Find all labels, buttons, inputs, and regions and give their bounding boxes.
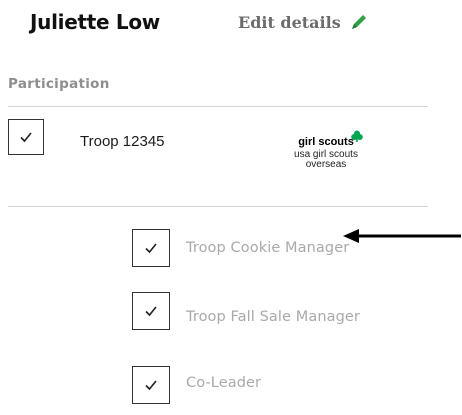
check-icon <box>145 380 157 391</box>
role-label-fall-sale-manager: Troop Fall Sale Manager <box>186 309 360 325</box>
section-title: Participation <box>8 76 110 92</box>
logo-brand-text: girl scouts <box>298 136 354 148</box>
divider-middle <box>8 206 428 207</box>
edit-details-label: Edit details <box>238 12 341 32</box>
role-checkbox-cookie-manager[interactable] <box>132 229 170 267</box>
girl-scouts-logo: girl scouts usa girl scouts overseas <box>278 129 374 185</box>
edit-details-link[interactable]: Edit details <box>238 12 369 32</box>
role-checkbox-fall-sale-manager[interactable] <box>132 292 170 330</box>
role-label-co-leader: Co-Leader <box>186 375 262 391</box>
logo-line-2: overseas <box>305 159 347 171</box>
profile-name: Juliette Low <box>30 10 160 34</box>
divider-top <box>8 106 428 107</box>
role-label-cookie-manager: Troop Cookie Manager <box>186 240 350 256</box>
check-icon <box>20 132 32 143</box>
pencil-icon[interactable] <box>349 12 369 32</box>
check-icon <box>145 243 157 254</box>
arrow-left-icon <box>343 229 461 243</box>
check-icon <box>145 306 157 317</box>
troop-label: Troop 12345 <box>80 133 165 150</box>
troop-checkbox[interactable] <box>8 119 44 155</box>
trefoil-icon <box>351 130 363 142</box>
role-checkbox-co-leader[interactable] <box>132 366 170 404</box>
